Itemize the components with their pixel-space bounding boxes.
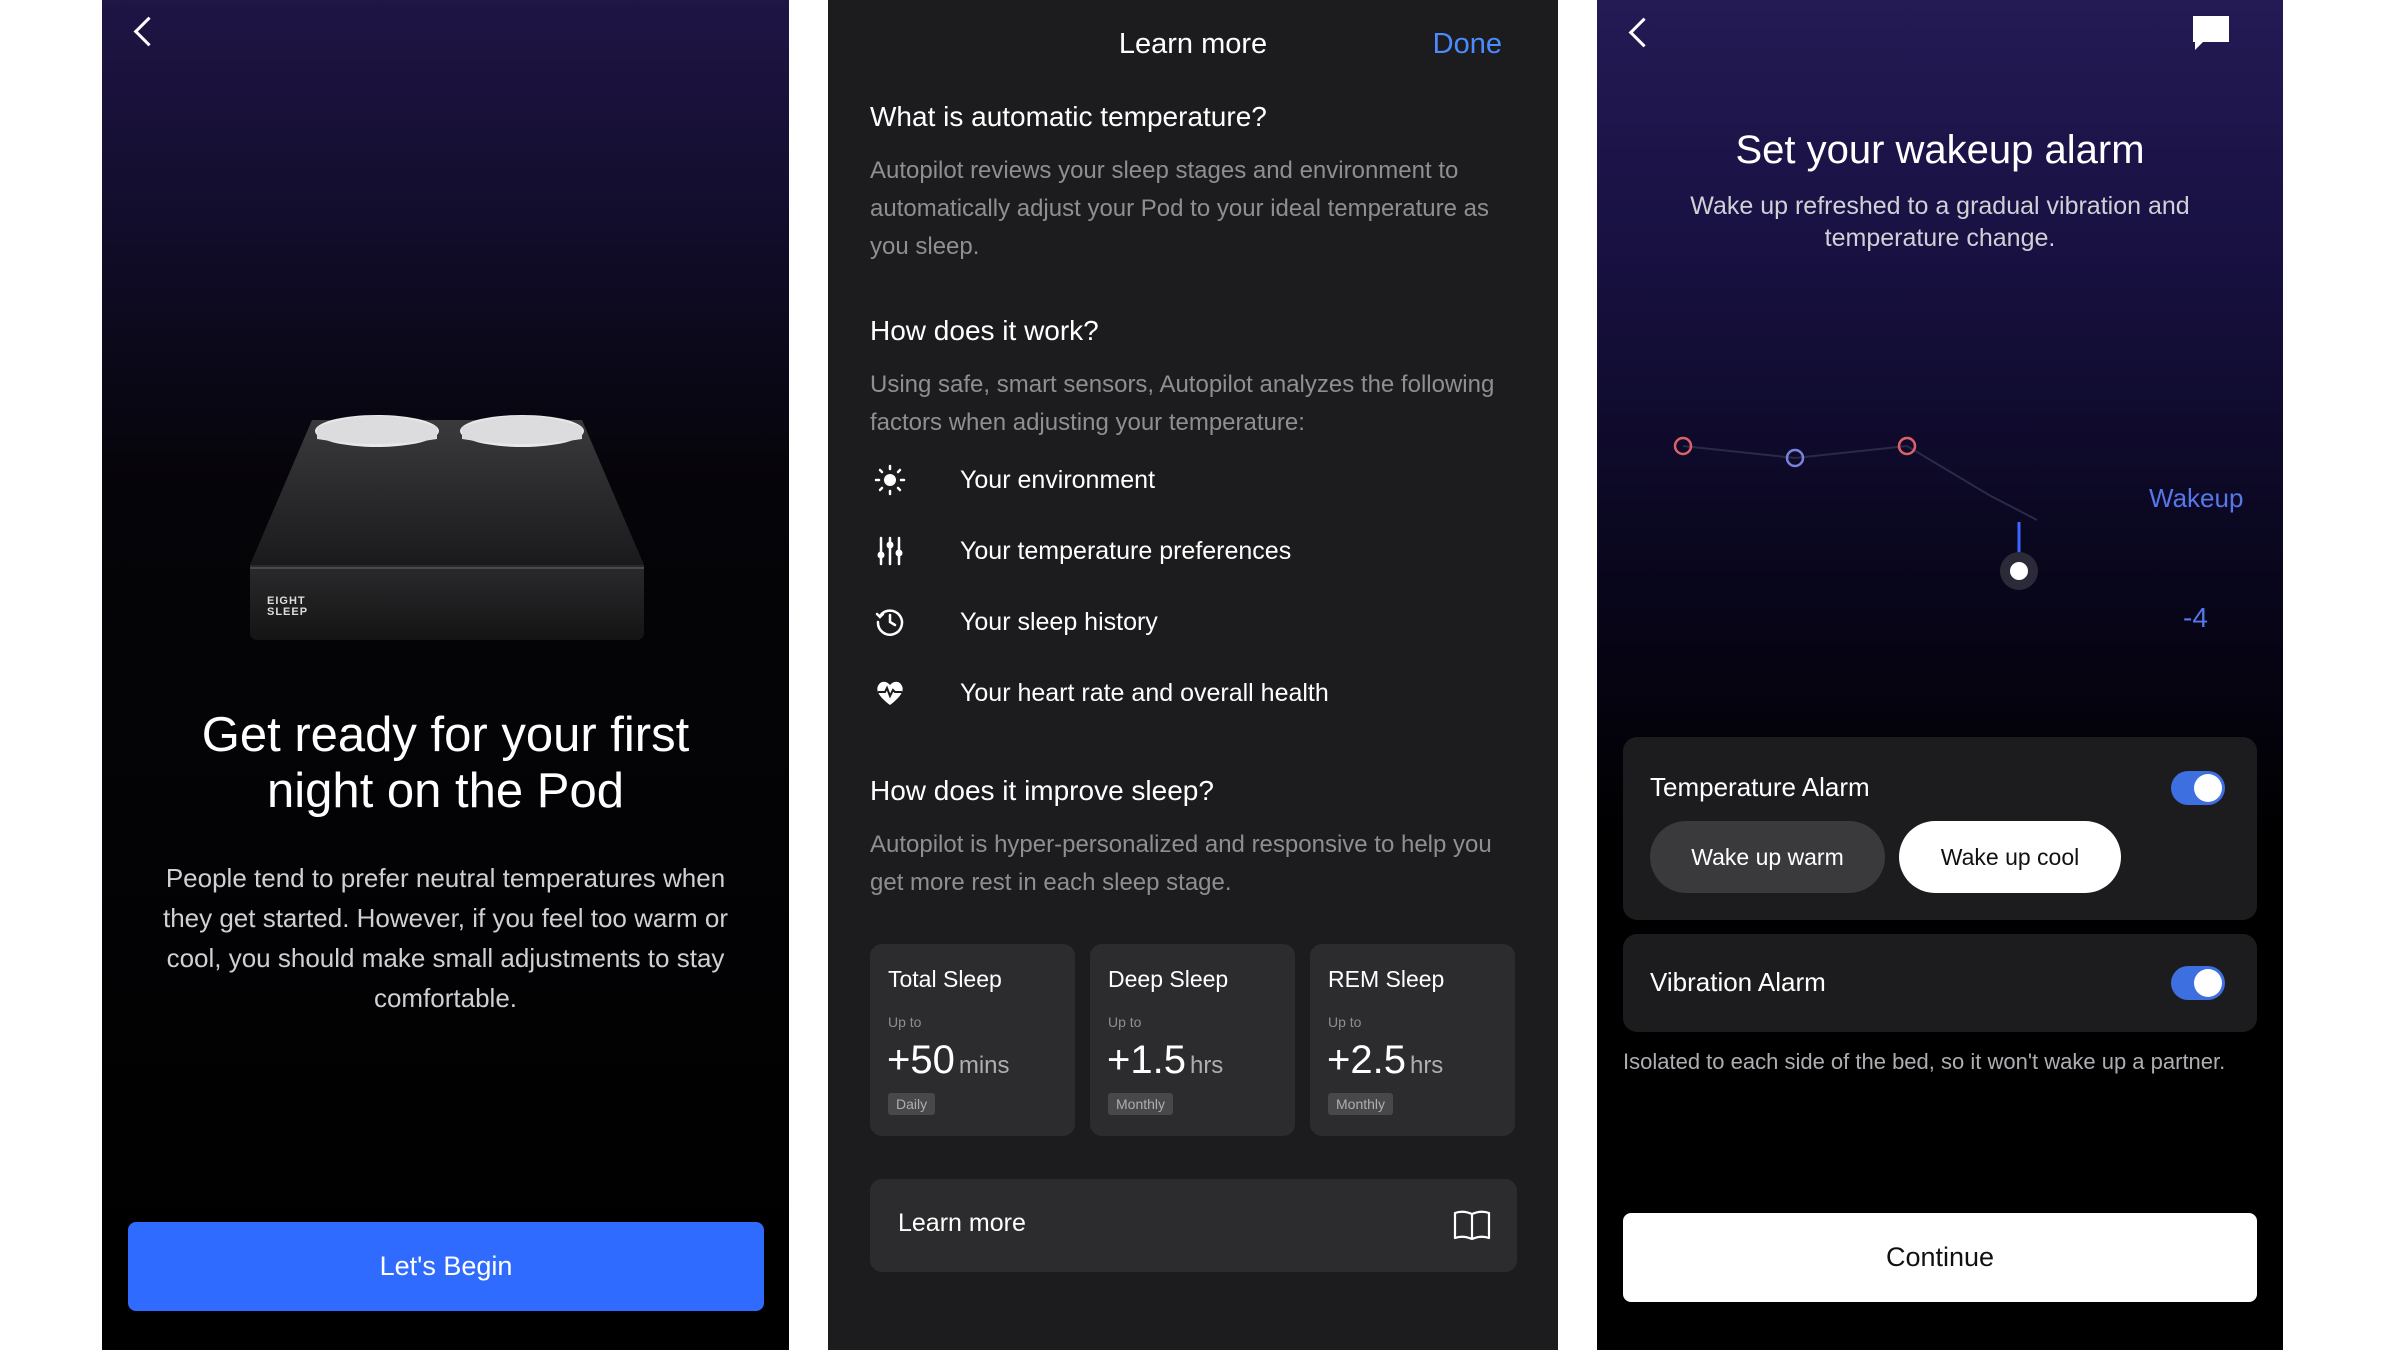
stat-card-rem-sleep: REM Sleep Up to +2.5 hrs Monthly [1310,944,1515,1136]
answer-how-it-works: Using safe, smart sensors, Autopilot ana… [870,371,1495,436]
stat-card-deep-sleep: Deep Sleep Up to +1.5 hrs Monthly [1090,944,1295,1136]
wake-up-warm-button[interactable]: Wake up warm [1650,821,1885,893]
sun-icon [868,460,912,500]
factor-heart-rate: Your heart rate and overall health [868,673,1329,713]
book-icon [1453,1209,1491,1246]
sliders-icon [868,531,912,571]
temperature-curve-graph [1673,436,2038,590]
learn-more-label: Learn more [898,1209,1026,1237]
question-how-it-works: How does it work? [870,315,1099,346]
continue-button[interactable]: Continue [1623,1213,2257,1302]
onboarding-screen: EIGHT SLEEP Get ready for your first nig… [102,0,789,1350]
vibration-alarm-card: Vibration Alarm [1623,934,2257,1032]
lets-begin-button[interactable]: Let's Begin [128,1222,764,1311]
vibration-alarm-toggle[interactable] [2171,966,2225,1000]
page-title: Get ready for your first night on the Po… [201,708,690,818]
wakeup-handle [2010,562,2028,580]
factor-label: Your sleep history [960,607,1158,636]
page-title: Set your wakeup alarm [1735,128,2145,172]
alarm-note: Isolated to each side of the bed, so it … [1623,1049,2226,1074]
factor-label: Your temperature preferences [960,536,1292,565]
wakeup-value: -4 [2183,602,2208,633]
temperature-alarm-label: Temperature Alarm [1650,772,1870,802]
factor-temperature-preferences: Your temperature preferences [868,531,1291,571]
temperature-alarm-toggle[interactable] [2171,771,2225,805]
bed-brand-logo: EIGHT SLEEP [267,595,309,618]
stat-title: Deep Sleep [1108,966,1229,992]
factor-environment: Your environment [868,460,1155,500]
stat-value: +2.5 hrs [1327,1038,1444,1082]
back-arrow-icon[interactable] [133,16,164,47]
question-automatic-temperature: What is automatic temperature? [870,101,1267,132]
history-icon [868,602,912,642]
stat-card-total-sleep: Total Sleep Up to +50 mins Daily [870,944,1075,1136]
heart-rate-icon [868,673,912,713]
stat-period-badge: Daily [888,1093,936,1115]
stat-prefix: Up to [1328,1014,1362,1030]
wake-up-cool-button[interactable]: Wake up cool [1899,821,2121,893]
temperature-alarm-card: Temperature Alarm Wake up warm Wake up c… [1623,737,2257,920]
back-arrow-icon[interactable] [1628,17,1659,48]
stat-value: +1.5 hrs [1107,1038,1224,1082]
stat-prefix: Up to [1108,1014,1142,1030]
stat-title: Total Sleep [888,966,1002,992]
answer-automatic-temperature: Autopilot reviews your sleep stages and … [870,157,1489,260]
stat-prefix: Up to [888,1014,922,1030]
page-description: Wake up refreshed to a gradual vibration… [1690,192,2190,252]
question-improve-sleep: How does it improve sleep? [870,775,1214,806]
factor-label: Your heart rate and overall health [960,678,1329,707]
answer-improve-sleep: Autopilot is hyper-personalized and resp… [870,831,1492,896]
stat-value: +50 mins [887,1038,1010,1082]
chat-icon[interactable] [2191,14,2231,57]
stat-period-badge: Monthly [1328,1093,1394,1115]
wakeup-alarm-screen: Set your wakeup alarm Wake up refreshed … [1597,0,2283,1350]
vibration-alarm-label: Vibration Alarm [1650,967,1826,997]
page-description: People tend to prefer neutral temperatur… [162,863,729,1013]
wakeup-label: Wakeup [2149,483,2244,513]
stat-period-badge: Monthly [1108,1093,1174,1115]
done-button[interactable]: Done [1433,28,1502,61]
factor-sleep-history: Your sleep history [868,602,1158,642]
factor-label: Your environment [960,465,1156,494]
learn-more-sheet: Learn more Done What is automatic temper… [828,0,1558,1350]
stat-title: REM Sleep [1328,966,1445,992]
learn-more-row[interactable]: Learn more [870,1179,1517,1272]
